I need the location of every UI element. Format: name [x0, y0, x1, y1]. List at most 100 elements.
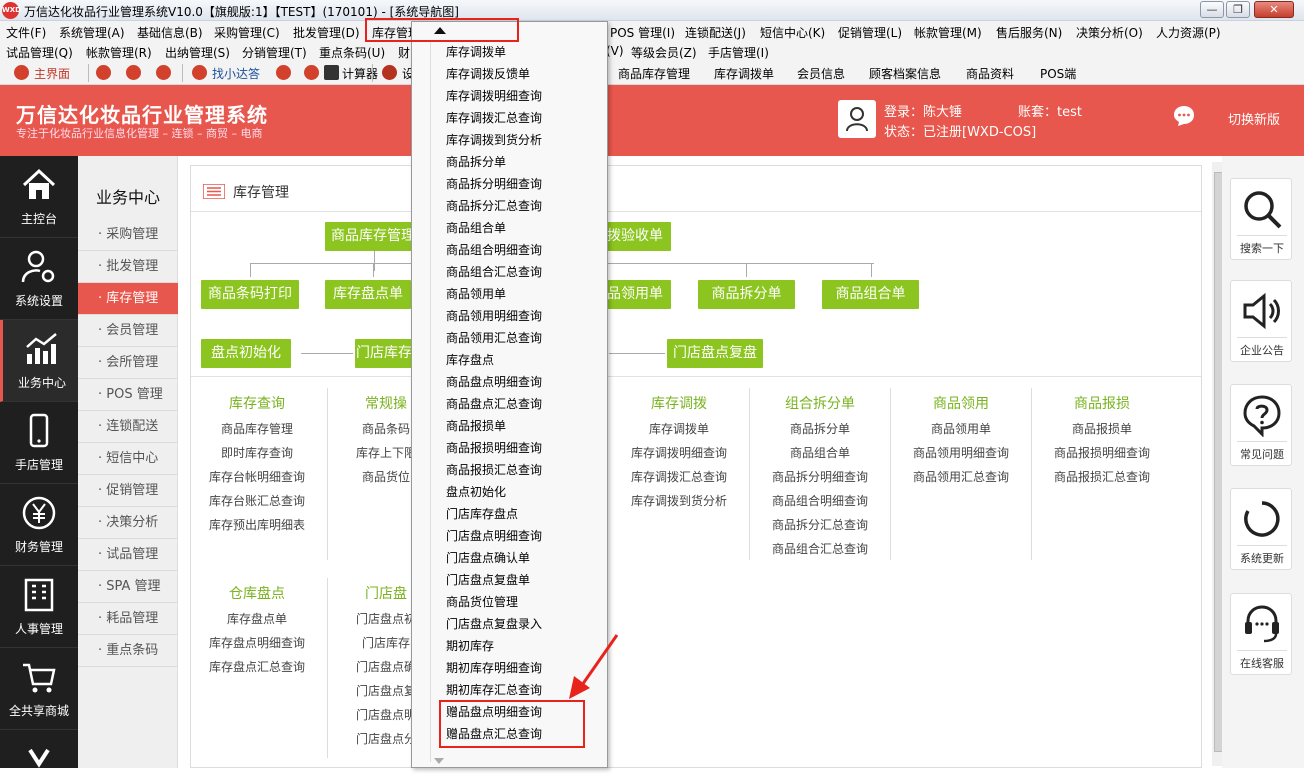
dropdown-item[interactable]: 商品组合单	[446, 217, 506, 239]
menu-system[interactable]: 系统管理(A)	[59, 24, 125, 41]
system-update-button[interactable]: 系统更新	[1230, 488, 1292, 570]
group-link[interactable]: 库存台账汇总查询	[195, 489, 319, 513]
dropdown-item[interactable]: 商品报损汇总查询	[446, 459, 542, 481]
dropdown-item[interactable]: 商品货位管理	[446, 591, 518, 613]
dropdown-item[interactable]: 商品组合明细查询	[446, 239, 542, 261]
dropdown-item[interactable]: 商品拆分单	[446, 151, 506, 173]
subnav-item-sms[interactable]: · 短信中心	[78, 443, 178, 475]
group-link[interactable]: 库存调拨明细查询	[619, 441, 739, 465]
switch-version-button[interactable]: 切换新版	[1228, 109, 1280, 128]
group-link[interactable]: 商品拆分明细查询	[757, 465, 883, 489]
dropdown-item[interactable]: 门店盘点明细查询	[446, 525, 542, 547]
menu-accounts2[interactable]: 帐款管理(R)	[86, 44, 152, 61]
nav-hr[interactable]: 人事管理	[0, 566, 78, 648]
group-link[interactable]: 即时库存查询	[195, 441, 319, 465]
dropdown-item[interactable]: 库存盘点	[446, 349, 494, 371]
dropdown-item[interactable]: 门店盘点确认单	[446, 547, 530, 569]
flow-use-button[interactable]: 品领用单	[599, 280, 671, 309]
group-link[interactable]: 库存调拨到货分析	[619, 489, 739, 513]
dropdown-item[interactable]: 商品领用明细查询	[446, 305, 542, 327]
group-link[interactable]: 商品组合单	[757, 441, 883, 465]
menu-store[interactable]: 手店管理(I)	[708, 44, 769, 61]
subnav-item-wholesale[interactable]: · 批发管理	[78, 251, 178, 283]
subnav-item-key-barcode[interactable]: · 重点条码	[78, 635, 178, 667]
group-link[interactable]: 商品领用单	[898, 417, 1024, 441]
menu-sms[interactable]: 短信中心(K)	[760, 24, 825, 41]
flow-init-button[interactable]: 盘点初始化	[201, 339, 291, 368]
quicklink-product[interactable]: 商品资料	[966, 65, 1014, 82]
quicklink-pos[interactable]: POS端	[1040, 65, 1076, 82]
menu-cashier[interactable]: 出纳管理(S)	[165, 44, 230, 61]
lock-icon[interactable]	[96, 65, 111, 80]
dropdown-item[interactable]: 期初库存	[446, 635, 494, 657]
dropdown-item[interactable]: 门店库存盘点	[446, 503, 518, 525]
flow-store-stock-button[interactable]: 门店库存	[355, 339, 413, 368]
ask-button[interactable]: 找小达答	[212, 65, 260, 82]
home-button[interactable]: 主界面	[34, 65, 70, 82]
subnav-item-chain[interactable]: · 连锁配送	[78, 411, 178, 443]
group-link[interactable]: 库存调拨单	[619, 417, 739, 441]
dropdown-item[interactable]: 商品盘点汇总查询	[446, 393, 542, 415]
menu-decision[interactable]: 决策分析(O)	[1076, 24, 1143, 41]
group-link[interactable]: 商品领用明细查询	[898, 441, 1024, 465]
group-link[interactable]: 商品拆分汇总查询	[757, 513, 883, 537]
quicklink-transfer[interactable]: 库存调拨单	[714, 65, 774, 82]
group-link[interactable]: 库存盘点汇总查询	[195, 655, 319, 679]
maximize-button[interactable]: ❐	[1226, 1, 1250, 18]
group-link[interactable]: 库存盘点明细查询	[195, 631, 319, 655]
menu-chain[interactable]: 连锁配送(J)	[685, 24, 746, 41]
flow-stock-manage-button[interactable]: 商品库存管理	[325, 222, 421, 251]
dropdown-item[interactable]: 商品报损单	[446, 415, 506, 437]
announcement-button[interactable]: 企业公告	[1230, 280, 1292, 362]
dropdown-item[interactable]: 门店盘点复盘录入	[446, 613, 542, 635]
subnav-item-consumables[interactable]: · 耗品管理	[78, 603, 178, 635]
flow-split-button[interactable]: 商品拆分单	[698, 280, 795, 309]
subnav-item-club[interactable]: · 会所管理	[78, 347, 178, 379]
group-link[interactable]: 商品报损明细查询	[1039, 441, 1165, 465]
subnav-item-spa[interactable]: · SPA 管理	[78, 571, 178, 603]
subnav-item-member[interactable]: · 会员管理	[78, 315, 178, 347]
menu-accounts[interactable]: 帐款管理(M)	[914, 24, 982, 41]
dropdown-item[interactable]: 商品拆分明细查询	[446, 173, 542, 195]
nav-shared-mall[interactable]: 全共享商城	[0, 648, 78, 730]
menu-basic-info[interactable]: 基础信息(B)	[137, 24, 203, 41]
group-link[interactable]: 库存台帐明细查询	[195, 465, 319, 489]
dropdown-item[interactable]: 商品领用单	[446, 283, 506, 305]
nav-dashboard[interactable]: 主控台	[0, 156, 78, 238]
menu-v[interactable]: (V)	[606, 44, 624, 58]
menu-purchase[interactable]: 采购管理(C)	[214, 24, 280, 41]
bulb-icon[interactable]	[156, 65, 171, 80]
nav-more[interactable]	[0, 730, 78, 770]
flow-inspect-button[interactable]: 拨验收单	[599, 222, 671, 251]
faq-button[interactable]: 常见问题	[1230, 384, 1292, 466]
dropdown-item[interactable]: 库存调拨明细查询	[446, 85, 542, 107]
quicklink-member[interactable]: 会员信息	[797, 65, 845, 82]
dropdown-item[interactable]: 库存调拨汇总查询	[446, 107, 542, 129]
search-button[interactable]: 搜索一下	[1230, 178, 1292, 260]
flow-combine-button[interactable]: 商品组合单	[822, 280, 919, 309]
subnav-item-decision[interactable]: · 决策分析	[78, 507, 178, 539]
menu-trial[interactable]: 试品管理(Q)	[6, 44, 73, 61]
dropdown-item[interactable]: 商品组合汇总查询	[446, 261, 542, 283]
menu-finance[interactable]: 财	[398, 44, 410, 61]
subnav-item-trial[interactable]: · 试品管理	[78, 539, 178, 571]
heart-icon[interactable]	[304, 65, 319, 80]
close-button[interactable]: ✕	[1254, 1, 1294, 18]
menu-wholesale[interactable]: 批发管理(D)	[293, 24, 360, 41]
menu-hr[interactable]: 人力资源(P)	[1156, 24, 1221, 41]
menu-member-level[interactable]: 等级会员(Z)	[631, 44, 697, 61]
subnav-item-pos[interactable]: · POS 管理	[78, 379, 178, 411]
minimize-button[interactable]: —	[1200, 1, 1224, 18]
house-icon[interactable]	[276, 65, 291, 80]
quicklink-customer[interactable]: 顾客档案信息	[869, 65, 941, 82]
nav-system-settings[interactable]: 系统设置	[0, 238, 78, 320]
dropdown-item[interactable]: 库存调拨到货分析	[446, 129, 542, 151]
group-link[interactable]: 库存调拨汇总查询	[619, 465, 739, 489]
flow-store-recheck-button[interactable]: 门店盘点复盘	[667, 339, 763, 368]
menu-aftersale[interactable]: 售后服务(N)	[996, 24, 1062, 41]
dropdown-item[interactable]: 商品领用汇总查询	[446, 327, 542, 349]
group-link[interactable]: 商品报损汇总查询	[1039, 465, 1165, 489]
subnav-item-purchase[interactable]: · 采购管理	[78, 219, 178, 251]
nav-business-center[interactable]: 业务中心	[0, 320, 78, 402]
quicklink-stock[interactable]: 商品库存管理	[618, 65, 690, 82]
